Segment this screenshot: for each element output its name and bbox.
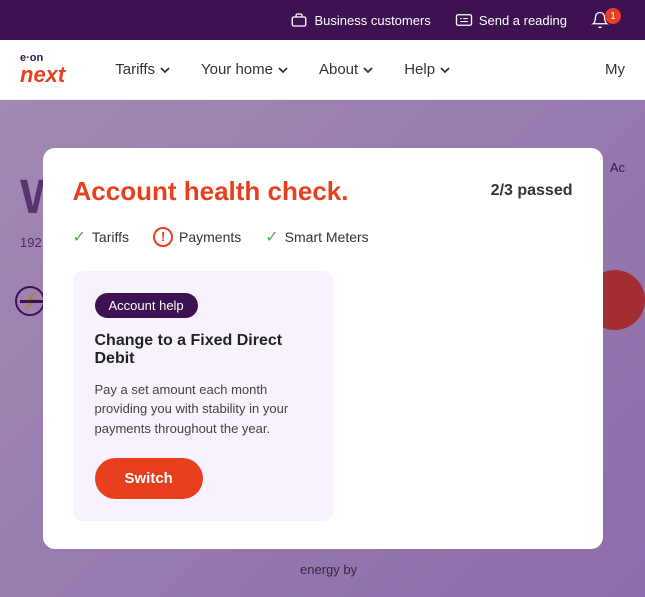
logo[interactable]: e·on next [20, 53, 65, 86]
tariffs-pass-icon: ✓ [73, 227, 86, 247]
modal-title: Account health check. [73, 176, 349, 207]
switch-button[interactable]: Switch [95, 458, 203, 499]
nav-tariffs[interactable]: Tariffs [115, 61, 171, 78]
tariffs-check-label: Tariffs [92, 229, 129, 245]
check-tariffs: ✓ Tariffs [73, 227, 130, 247]
send-reading-label: Send a reading [479, 13, 567, 28]
nav-help[interactable]: Help [404, 61, 451, 78]
nav-my[interactable]: My [605, 61, 625, 78]
nav-tariffs-label: Tariffs [115, 61, 155, 78]
payments-check-label: Payments [179, 229, 241, 245]
modal-overlay: Account health check. 2/3 passed ✓ Tarif… [0, 100, 645, 597]
check-smart-meters: ✓ Smart Meters [265, 227, 368, 247]
account-help-card: Account help Change to a Fixed Direct De… [73, 271, 333, 522]
logo-next-text: next [20, 64, 65, 86]
nav-about[interactable]: About [319, 61, 374, 78]
nav-your-home-label: Your home [201, 61, 273, 78]
business-customers-link[interactable]: Business customers [290, 11, 430, 29]
nav-your-home[interactable]: Your home [201, 61, 289, 78]
about-chevron-down-icon [362, 64, 374, 76]
notification-bell[interactable]: 1 [591, 11, 625, 29]
modal-header: Account health check. 2/3 passed [73, 176, 573, 207]
send-reading-link[interactable]: Send a reading [455, 11, 567, 29]
card-badge: Account help [95, 293, 198, 318]
check-payments: ! Payments [153, 227, 241, 247]
nav-bar: e·on next Tariffs Your home About Help M… [0, 40, 645, 100]
card-description: Pay a set amount each month providing yo… [95, 380, 311, 439]
meter-icon [455, 11, 473, 29]
tariffs-chevron-down-icon [159, 64, 171, 76]
payments-warn-icon: ! [153, 227, 173, 247]
health-check-modal: Account health check. 2/3 passed ✓ Tarif… [43, 148, 603, 550]
smart-meters-check-label: Smart Meters [285, 229, 369, 245]
help-chevron-down-icon [439, 64, 451, 76]
top-bar: Business customers Send a reading 1 [0, 0, 645, 40]
modal-checks: ✓ Tariffs ! Payments ✓ Smart Meters [73, 227, 573, 247]
briefcase-icon [290, 11, 308, 29]
card-title: Change to a Fixed Direct Debit [95, 332, 311, 368]
modal-passed: 2/3 passed [491, 182, 573, 200]
background-content: Wo 192 G Ac ⚡ t paym payment isafter iss… [0, 100, 645, 597]
nav-help-label: Help [404, 61, 435, 78]
nav-my-label: My [605, 61, 625, 78]
smart-meters-pass-icon: ✓ [265, 227, 278, 247]
nav-about-label: About [319, 61, 358, 78]
business-customers-label: Business customers [314, 13, 430, 28]
your-home-chevron-down-icon [277, 64, 289, 76]
notification-count: 1 [605, 8, 621, 24]
